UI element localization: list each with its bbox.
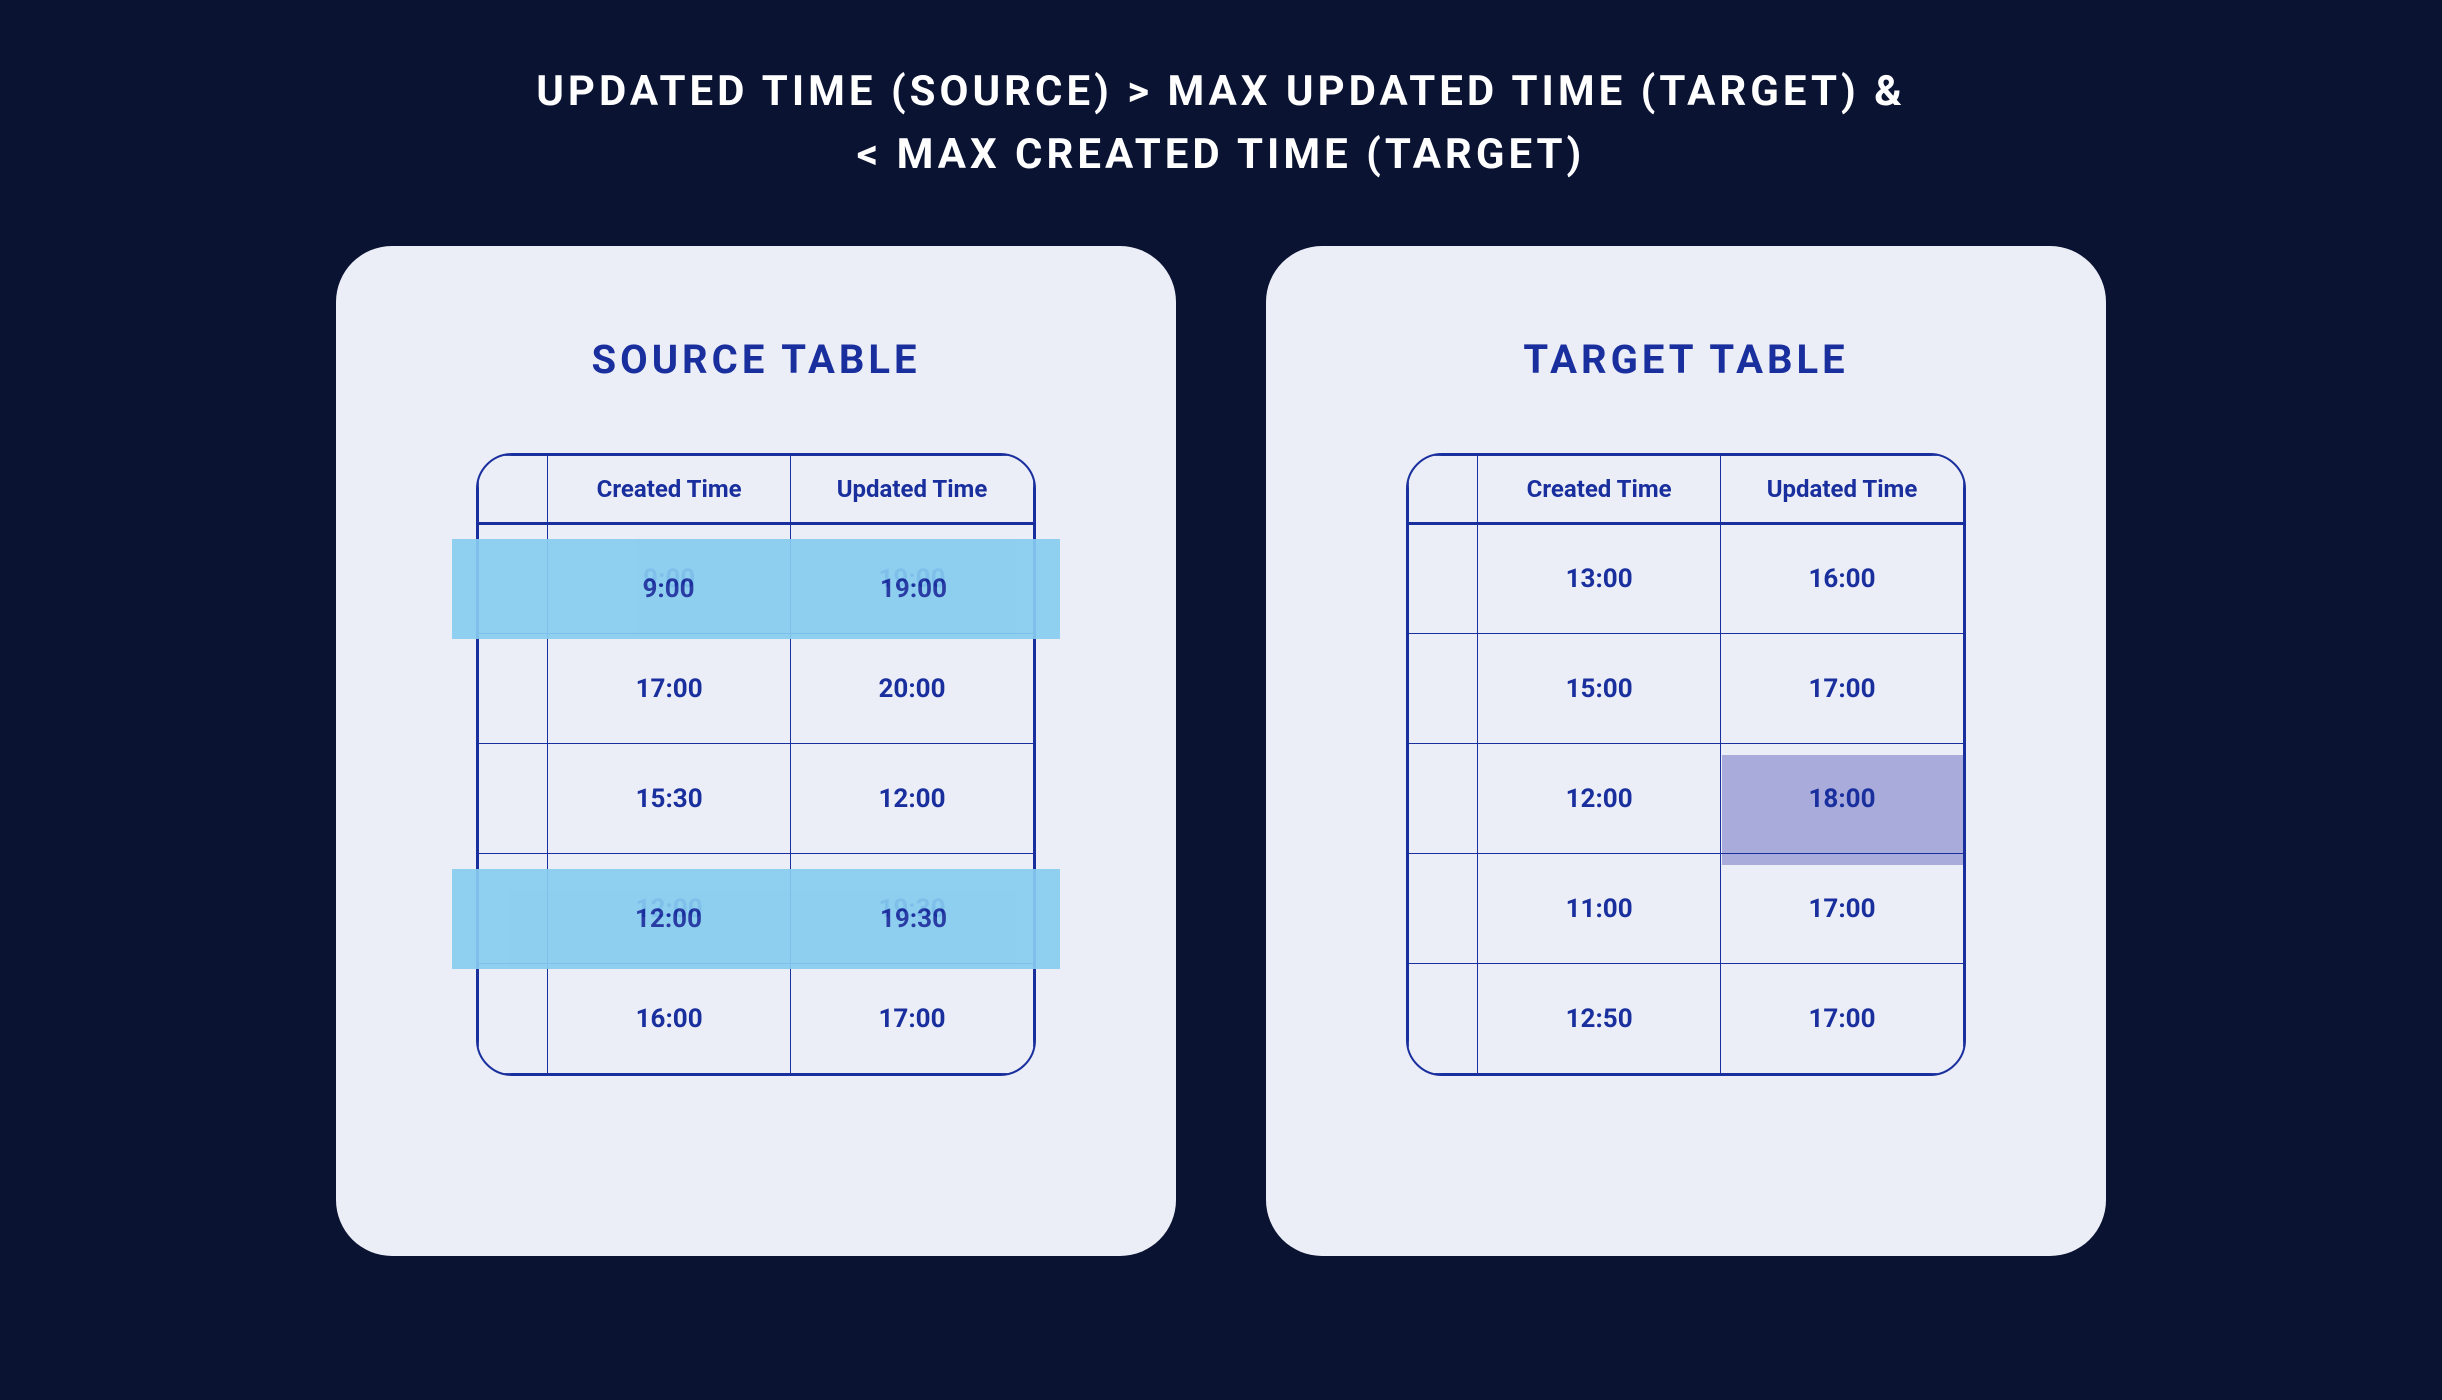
row-index xyxy=(479,634,548,744)
cell-updated: 17:00 xyxy=(791,964,1034,1074)
cards-row: SOURCE TABLE Created Time Updated Time xyxy=(336,246,2106,1256)
headline-line-1: UPDATED TIME (SOURCE) > MAX UPDATED TIME… xyxy=(536,60,1906,123)
row-index xyxy=(1409,634,1478,744)
cell-created: 17:00 xyxy=(548,634,791,744)
source-row-highlight: 9:00 19:00 xyxy=(452,539,1060,639)
target-card-title: TARGET TABLE xyxy=(1523,336,1848,383)
cell-created: 13:00 xyxy=(1478,524,1721,634)
table-row: 15:30 12:00 xyxy=(479,744,1034,854)
target-table-wrap: Created Time Updated Time 13:00 16:00 15 xyxy=(1406,453,1966,1076)
cell-updated: 12:00 xyxy=(791,744,1034,854)
source-header-created: Created Time xyxy=(548,456,791,524)
cell-created: 15:00 xyxy=(1478,634,1721,744)
cell-updated: 16:00 xyxy=(1721,524,1964,634)
row-index xyxy=(1409,524,1478,634)
cell-created: 12:50 xyxy=(1478,964,1721,1074)
source-row-highlight: 12:00 19:30 xyxy=(452,869,1060,969)
source-table-wrap: Created Time Updated Time 9:00 19:00 17: xyxy=(476,453,1036,1076)
row-index xyxy=(1409,964,1478,1074)
table-row: 17:00 20:00 xyxy=(479,634,1034,744)
cell-created: 12:00 xyxy=(1478,744,1721,854)
row-index xyxy=(1409,744,1478,854)
hl-cell-updated: 19:00 xyxy=(791,574,1036,604)
target-table-border: Created Time Updated Time 13:00 16:00 15 xyxy=(1406,453,1966,1076)
cell-updated: 17:00 xyxy=(1721,634,1964,744)
table-row: 13:00 16:00 xyxy=(1409,524,1964,634)
cell-updated: 20:00 xyxy=(791,634,1034,744)
table-row: 16:00 17:00 xyxy=(479,964,1034,1074)
hl-cell-updated: 19:30 xyxy=(791,904,1036,934)
cell-created: 15:30 xyxy=(548,744,791,854)
target-header-created: Created Time xyxy=(1478,456,1721,524)
diagram-headline: UPDATED TIME (SOURCE) > MAX UPDATED TIME… xyxy=(536,60,1906,186)
cell-updated: 18:00 xyxy=(1721,744,1964,854)
table-row: 11:00 17:00 xyxy=(1409,854,1964,964)
cell-created: 11:00 xyxy=(1478,854,1721,964)
target-header-blank xyxy=(1409,456,1478,524)
target-header-updated: Updated Time xyxy=(1721,456,1964,524)
source-header-row: Created Time Updated Time xyxy=(479,456,1034,524)
table-row: 12:00 18:00 xyxy=(1409,744,1964,854)
hl-cell-created: 12:00 xyxy=(546,904,791,934)
row-index xyxy=(1409,854,1478,964)
row-index xyxy=(479,744,548,854)
table-row: 12:50 17:00 xyxy=(1409,964,1964,1074)
row-index xyxy=(479,964,548,1074)
table-row: 15:00 17:00 xyxy=(1409,634,1964,744)
hl-cell-created: 9:00 xyxy=(546,574,791,604)
source-header-updated: Updated Time xyxy=(791,456,1034,524)
cell-created: 16:00 xyxy=(548,964,791,1074)
headline-line-2: < MAX CREATED TIME (TARGET) xyxy=(536,123,1906,186)
target-table: Created Time Updated Time 13:00 16:00 15 xyxy=(1408,455,1964,1074)
source-header-blank xyxy=(479,456,548,524)
source-card-title: SOURCE TABLE xyxy=(591,336,920,383)
cell-updated: 17:00 xyxy=(1721,854,1964,964)
source-card: SOURCE TABLE Created Time Updated Time xyxy=(336,246,1176,1256)
cell-updated: 17:00 xyxy=(1721,964,1964,1074)
target-header-row: Created Time Updated Time xyxy=(1409,456,1964,524)
target-card: TARGET TABLE Created Time Updated Time xyxy=(1266,246,2106,1256)
